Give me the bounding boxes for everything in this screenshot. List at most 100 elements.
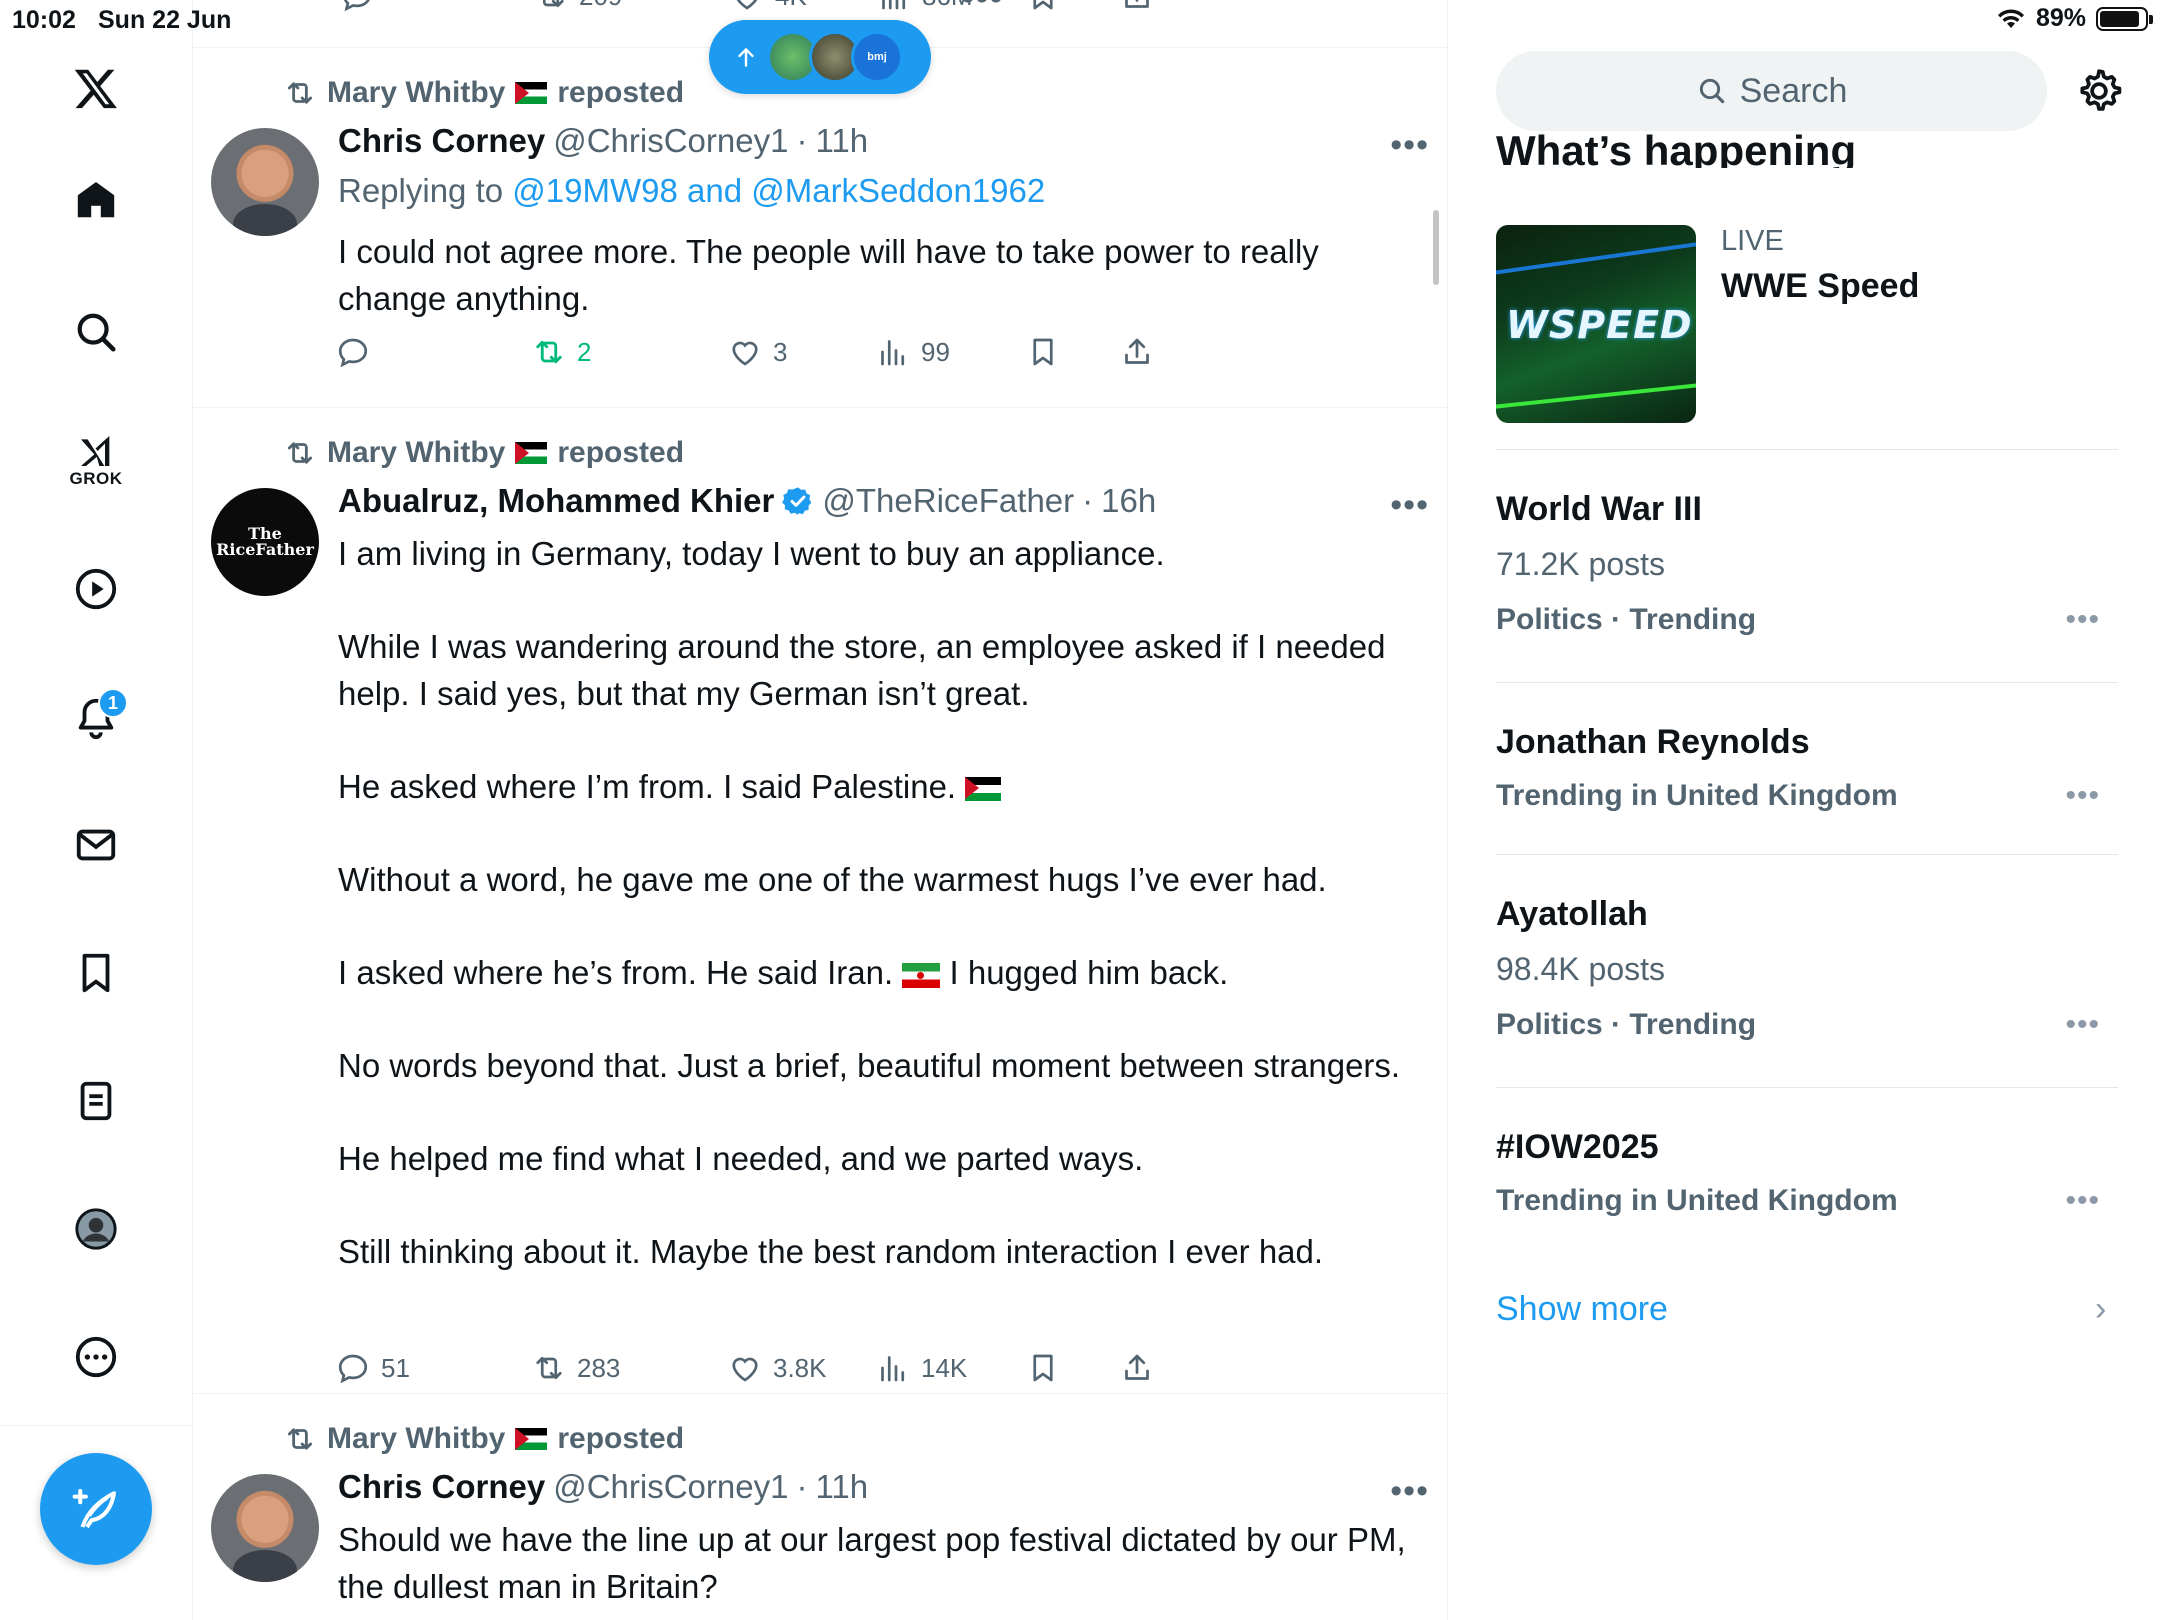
grok-icon[interactable]: GROK [56, 420, 136, 500]
tweet-paragraph: I asked where he’s from. He said Iran. I… [338, 949, 1418, 996]
gear-icon[interactable] [2074, 66, 2124, 116]
views-icon [881, 340, 905, 366]
repost-action[interactable]: 283 [531, 1350, 620, 1386]
mail-icon[interactable] [56, 805, 136, 885]
wwe-speed-logo: WSPEED [1506, 303, 1693, 347]
profile-icon[interactable] [56, 1189, 136, 1269]
share-action[interactable] [1119, 1350, 1155, 1386]
repost-context: Mary Whitby reposted [283, 436, 684, 470]
trend-item[interactable]: #IOW2025 Trending in United Kingdom ••• [1496, 1088, 2118, 1260]
avatar[interactable] [211, 1474, 319, 1582]
arrow-up-icon [738, 48, 754, 67]
author-name[interactable]: Abualruz, Mohammed Khier [338, 482, 774, 520]
search-icon[interactable] [56, 292, 136, 372]
bookmark-action[interactable] [1025, 1350, 1061, 1386]
author-name[interactable]: Chris Corney [338, 1468, 545, 1506]
views-action[interactable]: 99 [875, 334, 950, 370]
x-logo-icon[interactable] [56, 48, 136, 128]
trend-category: Politics · Trending [1496, 1008, 1757, 1041]
show-more-link[interactable]: Show more [1496, 1290, 1668, 1329]
search-placeholder: Search [1739, 71, 1848, 110]
battery-icon [2096, 6, 2153, 31]
heart-icon [732, 341, 758, 366]
replying-mentions[interactable]: @19MW98 and @MarkSeddon1962 [512, 172, 1045, 209]
left-nav: GROK 1 [0, 0, 193, 1620]
more-icon[interactable] [56, 1317, 136, 1397]
status-date: Sun 22 Jun [98, 6, 232, 34]
separator-dot: · [796, 1468, 808, 1505]
share-action[interactable] [1119, 334, 1155, 370]
avatar[interactable]: The RiceFather [211, 488, 319, 596]
tweet-more-icon[interactable]: ••• [1390, 126, 1429, 165]
repost-icon [287, 1428, 313, 1450]
palestine-flag-icon [515, 1428, 548, 1450]
share-icon [1125, 1354, 1149, 1380]
right-sidebar: What’s happening Search WSPEED LIVE WWE … [1448, 0, 2160, 1620]
reposter-name[interactable]: Mary Whitby [327, 76, 505, 110]
views-action[interactable]: 14K [875, 1350, 967, 1386]
live-event-card[interactable]: WSPEED LIVE WWE Speed [1496, 225, 2118, 450]
bookmark-icon[interactable] [56, 933, 136, 1013]
reply-action[interactable]: 51 [335, 1350, 410, 1386]
tweet[interactable]: Mary Whitby reposted Chris Corney @Chris… [193, 48, 1447, 408]
bookmark-action[interactable] [1025, 334, 1061, 370]
tweet-sentence: He asked where I’m from. I said Palestin… [338, 768, 957, 805]
thumbnail-stripe [1496, 379, 1696, 411]
author-name[interactable]: Chris Corney [338, 122, 545, 160]
chevron-right-icon[interactable]: › [2095, 1290, 2106, 1329]
tweet[interactable]: Mary Whitby reposted The RiceFather Abua… [193, 408, 1447, 1394]
repost-count: 2 [577, 336, 592, 367]
tweet-time[interactable]: 16h [1101, 482, 1156, 520]
search-input[interactable]: Search [1496, 51, 2047, 131]
trend-posts: 98.4K posts [1496, 951, 1665, 987]
video-icon[interactable] [56, 549, 136, 629]
views-count: 14K [921, 1352, 968, 1383]
notifications-nav[interactable]: 1 [56, 678, 136, 758]
reply-action[interactable] [335, 334, 381, 370]
trend-item[interactable]: Jonathan Reynolds Trending in United Kin… [1496, 683, 2118, 855]
reposter-name[interactable]: Mary Whitby [327, 436, 505, 470]
palestine-flag-icon [515, 442, 548, 464]
author-handle[interactable]: @ChrisCorney1 [553, 122, 788, 160]
tweet-time[interactable]: 11h [815, 122, 868, 160]
repost-action[interactable]: 2 [531, 334, 591, 370]
trend-item[interactable]: Ayatollah 98.4K posts Politics · Trendin… [1496, 855, 2118, 1088]
list-icon[interactable] [56, 1061, 136, 1141]
reply-icon [338, 1354, 368, 1384]
avatar[interactable] [211, 128, 319, 236]
author-handle[interactable]: @TheRiceFather [822, 482, 1074, 520]
trend-more-icon[interactable]: ••• [2065, 779, 2100, 813]
compose-button[interactable] [40, 1453, 152, 1565]
tweet-more-icon[interactable]: ••• [1390, 1472, 1429, 1511]
reposter-name[interactable]: Mary Whitby [327, 1422, 505, 1456]
views-icon [881, 1356, 905, 1382]
tweet-sentence: I asked where he’s from. He said Iran. [338, 954, 894, 991]
tweet-paragraph: Without a word, he gave me one of the wa… [338, 861, 1327, 898]
iran-flag-icon [902, 962, 941, 988]
scrollbar[interactable] [1433, 210, 1439, 285]
reposted-label: reposted [557, 1422, 685, 1455]
repost-context: Mary Whitby reposted [283, 1422, 684, 1456]
home-icon[interactable] [56, 160, 136, 240]
trend-more-icon[interactable]: ••• [2065, 1008, 2100, 1042]
trend-category: Trending in United Kingdom [1496, 1184, 1898, 1217]
like-count: 3.8K [773, 1352, 827, 1383]
trend-more-icon[interactable]: ••• [2065, 1184, 2100, 1218]
tweet-more-icon[interactable]: ••• [1390, 486, 1429, 525]
reposted-label: reposted [557, 76, 685, 109]
trend-name: World War III [1496, 490, 1702, 528]
trend-name: #IOW2025 [1496, 1128, 1659, 1166]
live-label: LIVE [1721, 225, 1784, 257]
tweet-paragraph: He asked where I’m from. I said Palestin… [338, 763, 1418, 810]
like-action[interactable]: 3 [727, 334, 787, 370]
trend-item[interactable]: World War III 71.2K posts Politics · Tre… [1496, 450, 2118, 683]
notification-badge: 1 [98, 688, 128, 718]
bookmark-icon [1033, 338, 1053, 366]
tweet-time[interactable]: 11h [815, 1468, 868, 1506]
trend-more-icon[interactable]: ••• [2065, 603, 2100, 637]
like-action[interactable]: 3.8K [727, 1350, 827, 1386]
author-handle[interactable]: @ChrisCorney1 [553, 1468, 788, 1506]
tweet[interactable]: Mary Whitby reposted Chris Corney @Chris… [193, 1394, 1447, 1620]
trend-category: Politics · Trending [1496, 603, 1757, 636]
trend-name: Jonathan Reynolds [1496, 723, 1810, 761]
